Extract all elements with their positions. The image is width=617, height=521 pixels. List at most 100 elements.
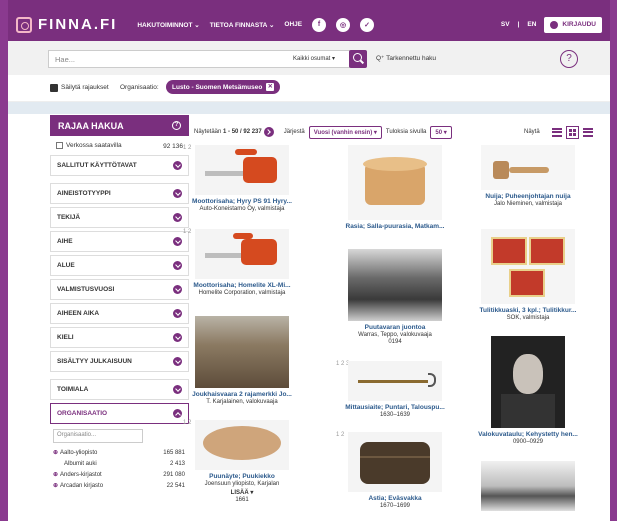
search-button[interactable] [349,50,367,68]
facet-aineistotyyppi[interactable]: AINEISTOTYYPPI [50,183,189,204]
result-title[interactable]: Mittausiaite; Puntari, Talouspu... [336,404,454,411]
facet-tekija[interactable]: TEKIJÄ [50,207,189,228]
condensed-view-icon[interactable] [582,127,593,137]
list-view-icon[interactable] [551,127,562,137]
result-title[interactable]: Joukhaisvaara 2 rajamerkki Jo... [183,391,301,398]
org-item[interactable]: ⊕ Anders-kirjastot 291 080 [50,469,189,480]
container-image[interactable] [348,432,442,492]
chevron-down-icon [173,237,182,246]
advanced-search-link[interactable]: Q⁺ Tarkennettu haku [376,54,436,62]
result-title[interactable]: Rasia; Salla-puurasia, Matkam... [336,223,454,230]
result-card[interactable]: Tulitikkuaski, 3 kpl.; Tulitikkur... SOK… [469,229,587,321]
portrait-image[interactable] [491,336,565,428]
org-item[interactable]: ⊕ Arcadan kirjasto 22 541 [50,480,189,491]
nav-tietoa-finnasta[interactable]: TIETOA FINNASTA ⌄ [210,21,275,29]
result-card[interactable]: Rasia; Salla-puurasia, Matkam... [336,145,454,230]
result-card[interactable]: 1 2 Astia; Eväsvakka 1670–1699 [336,432,454,509]
org-search-input[interactable]: Organisaatio... [53,429,143,443]
result-card[interactable]: Joukhaisvaara 2 rajamerkki Jo... T. Karj… [183,316,301,405]
result-card[interactable]: Nuija; Puheenjohtajan nuija Jalo Niemine… [469,145,587,207]
facet-sisaltyy-julkaisuun[interactable]: SISÄLTYY JULKAISUUN [50,351,189,372]
window-frame-right [610,0,617,521]
online-checkbox[interactable] [56,142,63,150]
nav-hakutoiminnot[interactable]: HAKUTOIMINNOT ⌄ [137,21,199,29]
facet-aiheen-aika[interactable]: AIHEEN AIKA [50,303,189,324]
gavel-image[interactable] [481,145,575,190]
facet-sidebar: RAJAA HAKUA ? Verkossa saatavilla 92 136… [50,115,189,491]
result-card[interactable]: Puutavaran juontoa Warras, Teppo, valoku… [336,249,454,345]
result-title[interactable]: Puutavaran juontoa [336,324,454,331]
org-item[interactable]: ⊕ Aalto-yliopisto 165 881 [50,447,189,458]
more-link[interactable]: LISÄÄ ▾ [183,489,301,496]
winter-photo[interactable] [481,461,575,511]
wood-sample-image[interactable] [195,420,289,470]
keep-filters-checkbox[interactable] [50,84,58,92]
view-label: Näytä [524,129,540,135]
per-page-select[interactable]: 50 ▾ [430,125,452,139]
result-title[interactable]: Moottorisaha; Hyry PS 91 Hyry... [183,198,301,205]
help-icon[interactable]: ? [560,50,578,68]
result-title[interactable]: Nuija; Puheenjohtajan nuija [469,193,587,200]
login-label: KIRJAUDU [562,21,596,28]
result-card[interactable]: 1 2 3 Mittausiaite; Puntari, Talouspu...… [336,361,454,418]
facet-valmistusvuosi[interactable]: VALMISTUSVUOSI [50,279,189,300]
result-title[interactable]: Astia; Eväsvakka [336,495,454,502]
facet-alue[interactable]: ALUE [50,255,189,276]
expand-icon[interactable]: ⊕ [53,450,58,456]
login-button[interactable]: KIRJAUDU [544,16,602,33]
sort-select[interactable]: Vuosi (vanhin ensin) ▾ [308,125,382,139]
org-filter-pill[interactable]: Lusto - Suomen Metsämuseo ✕ [166,80,281,94]
lang-sv[interactable]: SV [501,21,510,28]
facet-label: KIELI [57,334,74,341]
expand-icon[interactable]: ⊕ [53,483,58,489]
result-title[interactable]: Moottorisaha; Homelite XL-Mi... [183,282,301,289]
result-title[interactable]: Tulitikkuaski, 3 kpl.; Tulitikkur... [469,307,587,314]
facet-label: TEKIJÄ [57,214,81,221]
search-type-select[interactable]: Kaikki osumat ▾ [293,55,335,62]
result-card[interactable]: 1 2 Moottorisaha; Hyry PS 91 Hyry... Aut… [183,145,301,212]
twitter-icon[interactable]: ✓ [360,17,375,32]
facet-sallitut-kayttotavat[interactable]: SALLITUT KÄYTTÖTAVAT [50,155,189,176]
result-card[interactable] [469,461,587,511]
sidebar-header: RAJAA HAKUA ? [50,115,189,136]
wooden-box-image[interactable] [348,145,442,220]
page: FINNA.FI HAKUTOIMINNOT ⌄ TIETOA FINNASTA… [8,8,610,521]
user-icon [550,20,559,29]
scale-image[interactable] [348,361,442,401]
facet-kieli[interactable]: KIELI [50,327,189,348]
result-card[interactable]: 1 2 Moottorisaha; Homelite XL-Mi... Home… [183,229,301,296]
org-name: Albumit auki [64,460,97,467]
facebook-icon[interactable]: f [312,17,327,32]
window-frame-left [0,0,8,521]
remove-filter-icon[interactable]: ✕ [266,83,275,91]
facet-aihe[interactable]: AIHE [50,231,189,252]
result-title[interactable]: Puunäyte; Puukiekko [183,473,301,480]
grid-view-icon[interactable] [565,125,579,139]
org-item[interactable]: Albumit auki 2 413 [50,458,189,469]
chainsaw-image[interactable] [195,145,289,195]
chevron-down-icon [173,309,182,318]
next-page-icon[interactable] [263,127,274,137]
finna-logo[interactable]: FINNA.FI [16,16,117,33]
help-icon[interactable]: ? [172,121,181,130]
online-filter[interactable]: Verkossa saatavilla 92 136 [50,139,189,153]
result-author: Auto-Koneistamo Oy, valmistaja [199,206,285,212]
nav-ohje[interactable]: OHJE [284,21,302,28]
per-page-label: Tuloksia sivulla [385,129,427,135]
result-title[interactable]: Valokuvataulu; Kehystetty hen... [469,431,587,438]
expand-icon[interactable]: ⊕ [53,472,58,478]
instagram-icon[interactable]: ◎ [336,17,351,32]
online-label: Verkossa saatavilla [66,142,122,150]
chevron-down-icon [173,189,182,198]
result-year: 1661 [235,497,249,503]
facet-toimiala[interactable]: TOIMIALA [50,379,189,400]
facet-organisaatio[interactable]: ORGANISAATIO [50,403,189,424]
result-card[interactable]: Valokuvataulu; Kehystetty hen... 0900–09… [469,336,587,445]
result-year: 0900–0929 [512,439,544,445]
logging-photo[interactable] [348,249,442,321]
chainsaw-image[interactable] [195,229,289,279]
matchbox-image[interactable] [481,229,575,304]
forest-photo[interactable] [195,316,289,388]
result-card[interactable]: 1 2 Puunäyte; Puukiekko Joensuun yliopis… [183,420,301,503]
lang-en[interactable]: EN [527,21,536,28]
